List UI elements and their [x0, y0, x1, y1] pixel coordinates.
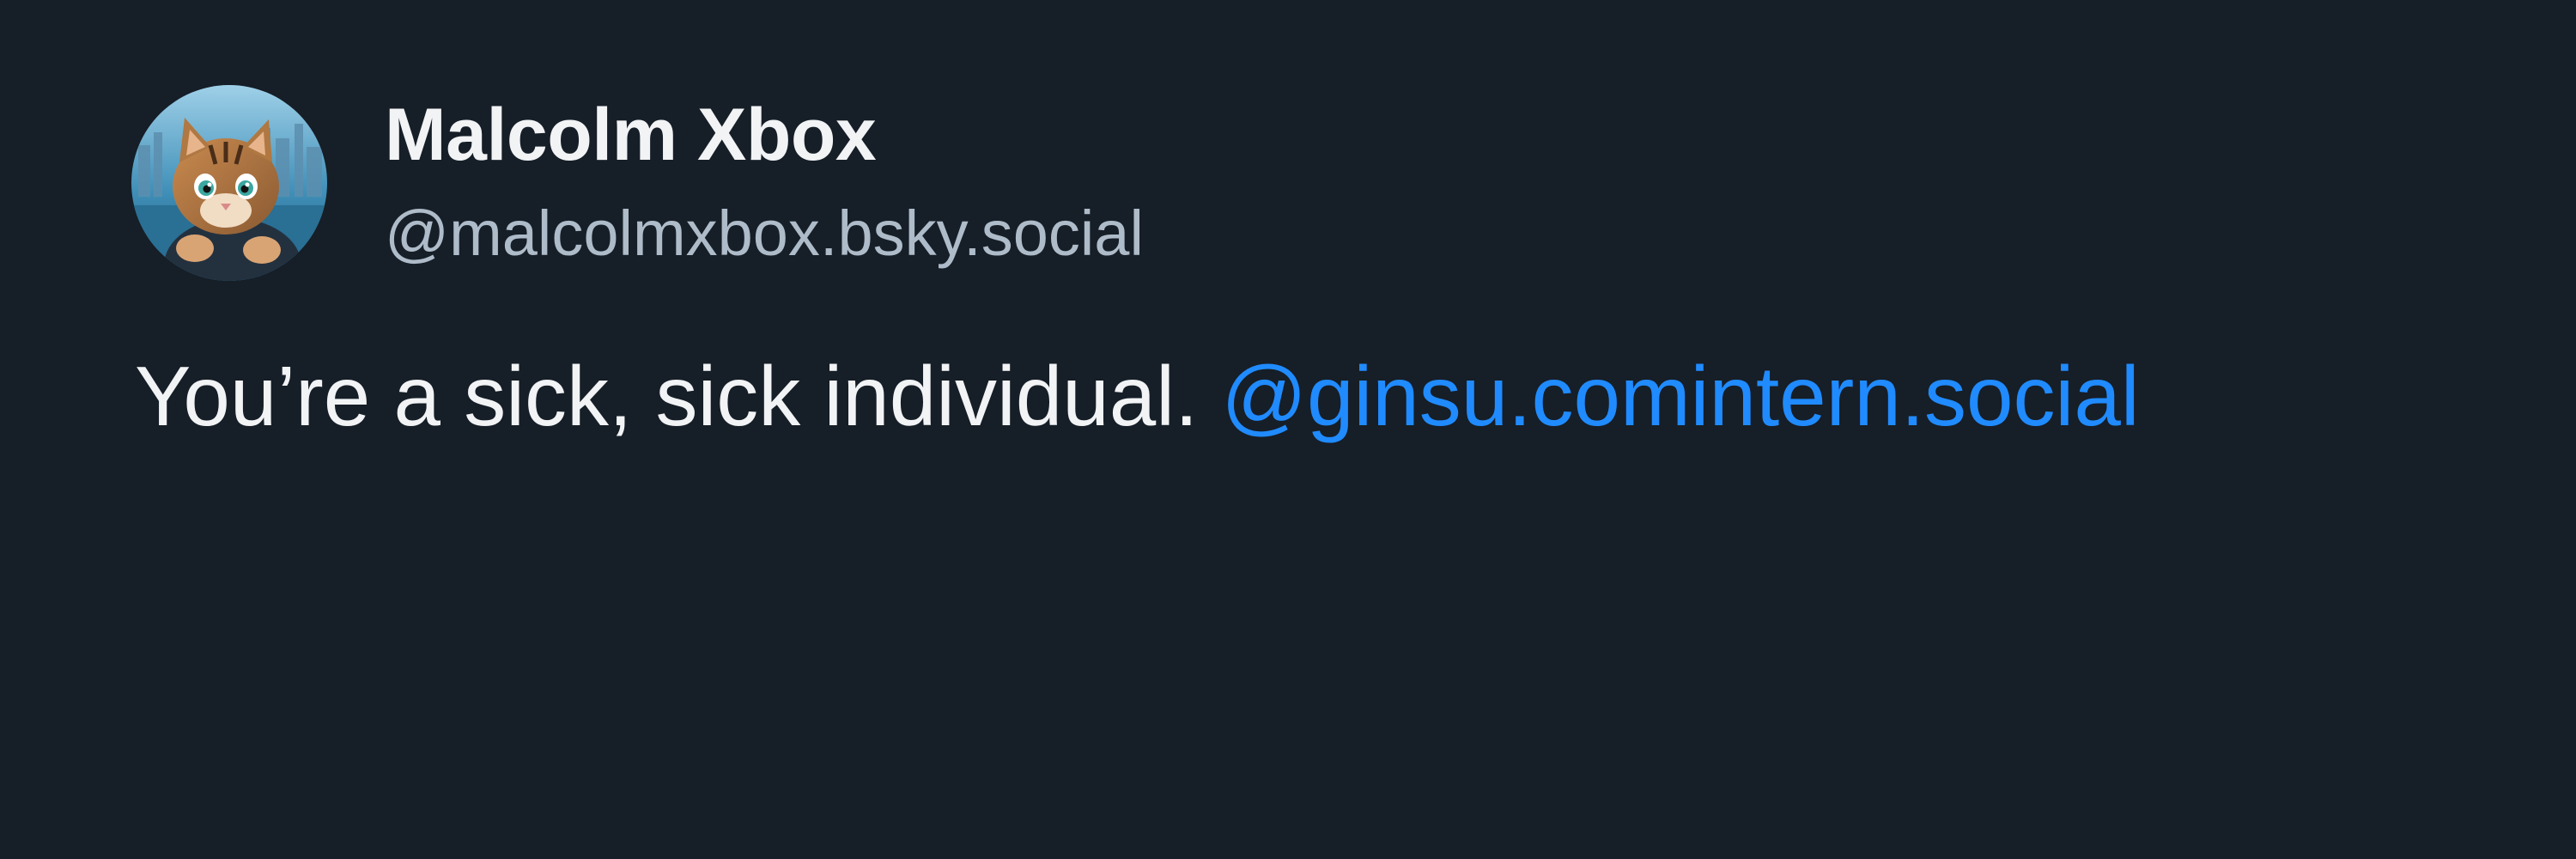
post-card: Malcolm Xbox @malcolmxbox.bsky.social Yo…: [0, 0, 2576, 859]
author-avatar[interactable]: [131, 85, 327, 281]
kitten-avatar-icon: [131, 85, 327, 281]
author-handle[interactable]: @malcolmxbox.bsky.social: [385, 191, 1144, 277]
post-body: You’re a sick, sick individual. @ginsu.c…: [135, 340, 2140, 452]
post-text: You’re a sick, sick individual.: [135, 349, 1199, 443]
mention-link[interactable]: @ginsu.comintern.social: [1222, 349, 2140, 443]
author-display-name[interactable]: Malcolm Xbox: [385, 88, 877, 182]
